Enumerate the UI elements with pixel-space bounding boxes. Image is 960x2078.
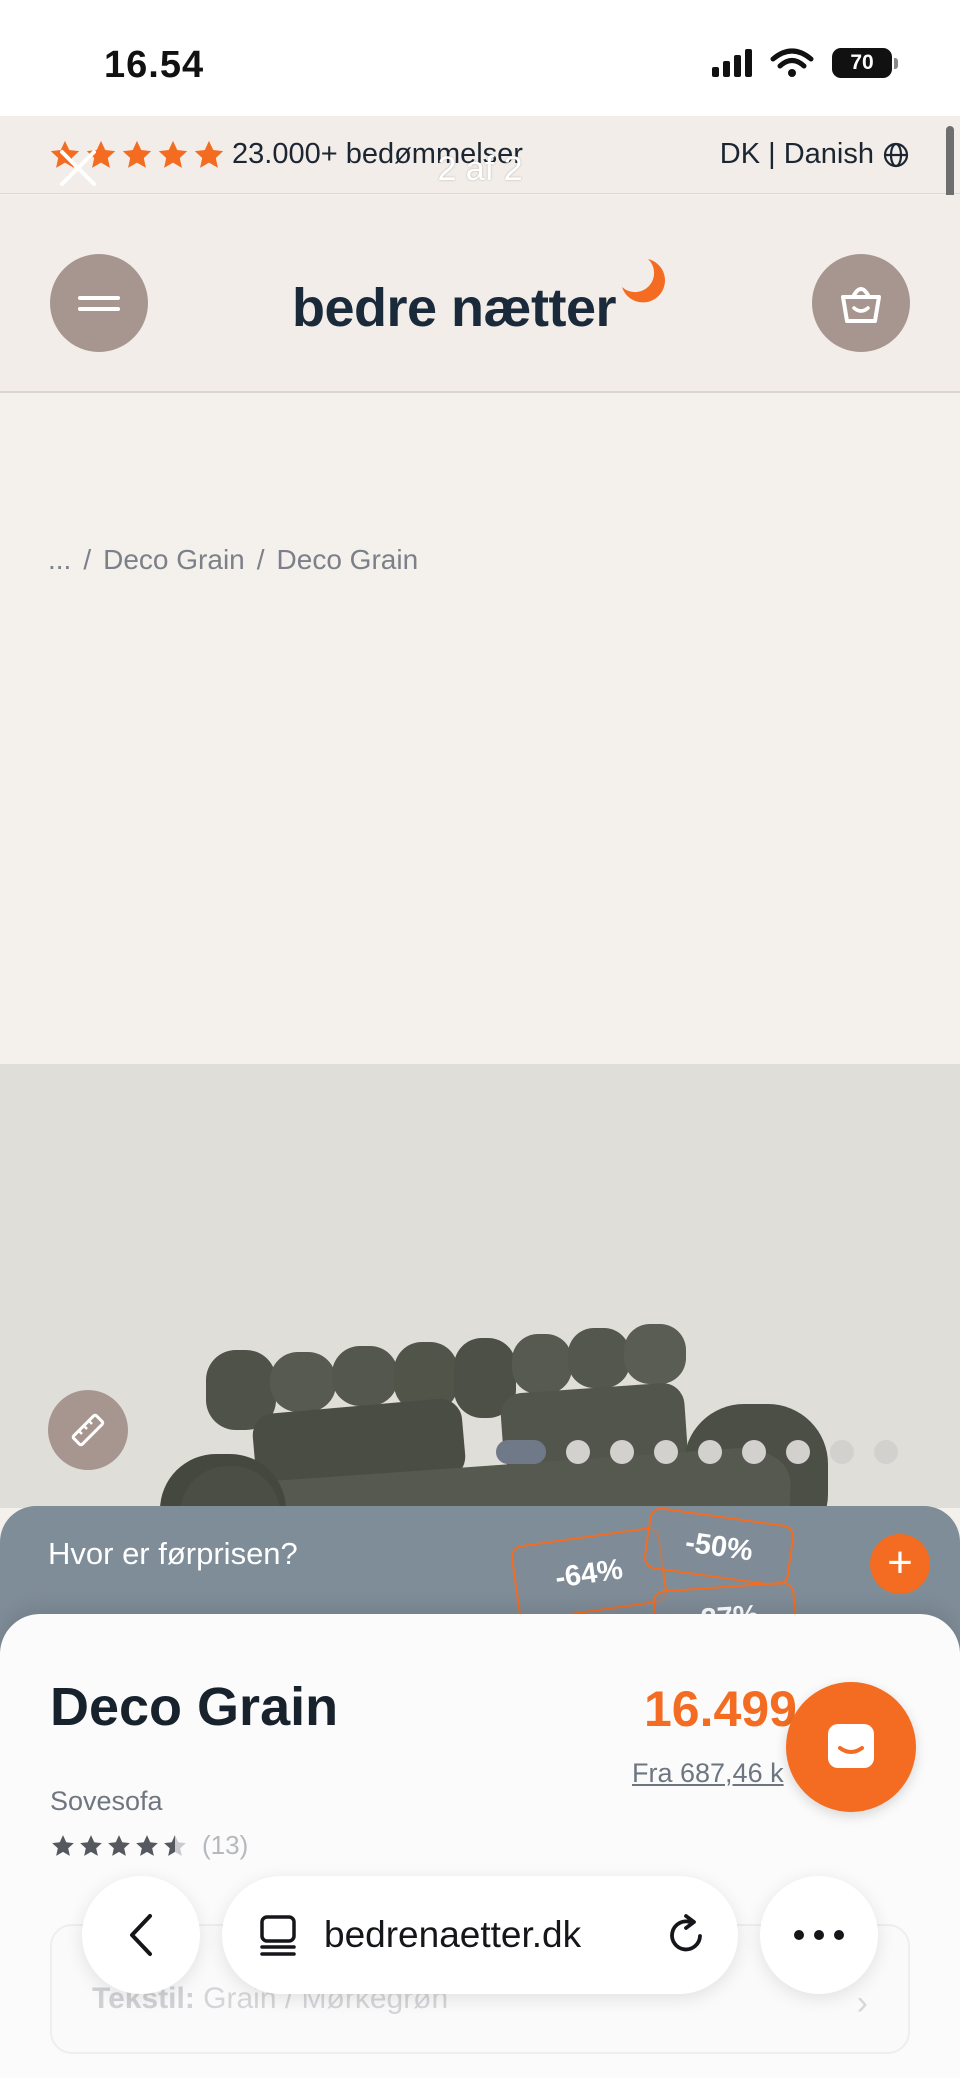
product-title: Deco Grain bbox=[50, 1677, 339, 1737]
ruler-icon bbox=[71, 1413, 105, 1447]
pagination-dot[interactable] bbox=[830, 1440, 854, 1464]
pagination-dot[interactable] bbox=[610, 1440, 634, 1464]
pagination-dot[interactable] bbox=[742, 1440, 766, 1464]
address-bar[interactable]: bedrenaetter.dk bbox=[222, 1876, 738, 1994]
discount-tag: -64% bbox=[509, 1525, 669, 1623]
half-star-icon bbox=[164, 1834, 186, 1856]
reload-icon[interactable] bbox=[664, 1912, 708, 1958]
browser-back-button[interactable] bbox=[82, 1876, 200, 1994]
chevron-left-icon bbox=[130, 1914, 152, 1956]
url-text: bedrenaetter.dk bbox=[324, 1914, 582, 1955]
moon-logo-icon bbox=[622, 259, 665, 303]
site-logo[interactable]: bedre nætter bbox=[292, 277, 617, 339]
battery-icon: 70 bbox=[832, 48, 898, 78]
breadcrumb: ... / Deco Grain / Deco Grain bbox=[48, 544, 418, 576]
chevron-right-icon: › bbox=[856, 1984, 868, 2022]
chat-icon bbox=[828, 1724, 874, 1768]
product-price: 16.499 bbox=[644, 1681, 797, 1737]
status-bar: 16.54 70 bbox=[0, 0, 960, 116]
page-menu-icon[interactable] bbox=[258, 1913, 298, 1957]
star-icon bbox=[108, 1834, 130, 1856]
hamburger-icon bbox=[78, 296, 120, 311]
product-rating[interactable]: (13) bbox=[50, 1830, 248, 1861]
image-counter: 2 af 2 bbox=[437, 150, 523, 188]
star-icon bbox=[80, 1834, 102, 1856]
breadcrumb-item[interactable]: Deco Grain bbox=[103, 544, 245, 576]
cart-button[interactable] bbox=[812, 254, 910, 352]
breadcrumb-current: Deco Grain bbox=[276, 544, 419, 575]
star-icon bbox=[136, 1834, 158, 1856]
discount-tag: -50% bbox=[642, 1506, 796, 1588]
more-dots-icon bbox=[794, 1930, 844, 1940]
status-time: 16.54 bbox=[104, 44, 205, 86]
wifi-icon bbox=[770, 48, 814, 77]
product-page: 16.54 70 23.000+ bedømmelser DK | Danish… bbox=[0, 0, 960, 2078]
star-icon bbox=[52, 1834, 74, 1856]
cellular-signal-icon bbox=[712, 49, 752, 77]
pagination-dot[interactable] bbox=[698, 1440, 722, 1464]
review-count: (13) bbox=[202, 1830, 249, 1860]
pagination-dot[interactable] bbox=[566, 1440, 590, 1464]
site-header: bedre nætter bbox=[0, 195, 960, 393]
breadcrumb-ellipsis[interactable]: ... bbox=[48, 544, 71, 576]
shopping-basket-icon bbox=[841, 287, 881, 323]
chat-button[interactable] bbox=[786, 1682, 916, 1812]
product-type: Sovesofa bbox=[50, 1786, 163, 1816]
pagination-dot-active[interactable] bbox=[496, 1440, 546, 1464]
pagination-dot[interactable] bbox=[654, 1440, 678, 1464]
dimensions-button[interactable] bbox=[48, 1390, 128, 1470]
product-gallery[interactable]: ... / Deco Grain / Deco Grain bbox=[0, 394, 960, 1638]
expand-plus-button[interactable]: + bbox=[870, 1534, 930, 1594]
installment-link[interactable]: Fra 687,46 k bbox=[632, 1758, 784, 1789]
menu-button[interactable] bbox=[50, 254, 148, 352]
pagination-dot[interactable] bbox=[874, 1440, 898, 1464]
gallery-pagination[interactable] bbox=[496, 1440, 898, 1464]
breadcrumb-separator: / bbox=[83, 544, 92, 575]
browser-more-button[interactable] bbox=[760, 1876, 878, 1994]
pagination-dot[interactable] bbox=[786, 1440, 810, 1464]
breadcrumb-separator: / bbox=[256, 544, 265, 575]
previous-price-question: Hvor er førprisen? bbox=[48, 1536, 298, 1571]
